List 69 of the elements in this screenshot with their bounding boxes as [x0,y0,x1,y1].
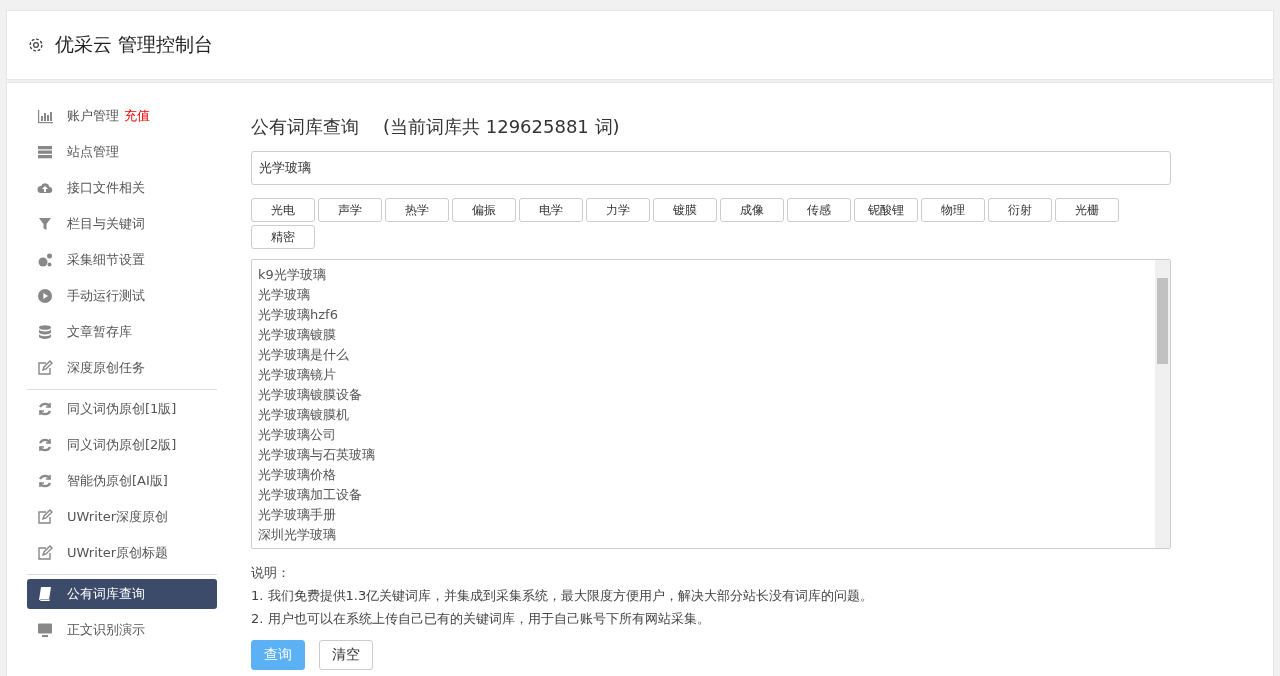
settings-icon [27,36,45,54]
result-item[interactable]: 光学玻璃加工设备 [258,485,1149,505]
monitor-icon [37,622,53,638]
keyword-tag[interactable]: 衍射 [988,198,1052,222]
sidebar-item[interactable]: 采集细节设置 [27,245,217,275]
keyword-tag[interactable]: 成像 [720,198,784,222]
result-item[interactable]: 光学玻璃镀膜 [258,325,1149,345]
keyword-tag[interactable]: 物理 [921,198,985,222]
database-icon [37,324,53,340]
keyword-tag[interactable]: 电学 [519,198,583,222]
edit-icon [37,509,53,525]
result-item[interactable]: 光学玻璃是什么 [258,345,1149,365]
console-title: 优采云 管理控制台 [55,32,214,57]
scrollbar[interactable] [1155,260,1170,548]
keyword-tag[interactable]: 传感 [787,198,851,222]
result-item[interactable]: 光学玻璃公司 [258,425,1149,445]
result-item[interactable]: 光学玻璃镀膜机 [258,405,1149,425]
keyword-tag[interactable]: 力学 [586,198,650,222]
sidebar-item[interactable]: 站点管理 [27,137,217,167]
bar-chart-icon [37,108,53,124]
clear-button[interactable]: 清空 [319,640,373,670]
result-item[interactable]: k9光学玻璃 [258,265,1149,285]
sidebar-item[interactable]: 手动运行测试 [27,281,217,311]
keyword-tag[interactable]: 偏振 [452,198,516,222]
edit-icon [37,360,53,376]
sidebar-item[interactable]: 文章暂存库 [27,317,217,347]
play-icon [37,288,53,304]
page-title: 公有词库查询 [251,115,359,139]
sidebar-item[interactable]: 账户管理 充值 [27,101,217,131]
filter-icon [37,216,53,232]
sidebar-item[interactable]: UWriter深度原创 [27,502,217,532]
result-item[interactable]: 光学玻璃hzf6 [258,305,1149,325]
note-text: 1. 我们免费提供1.3亿关键词库，并集成到采集系统，最大限度方便用户，解决大部分站长没有词库的问题。 [251,587,875,605]
result-item[interactable]: 光学玻璃镜片 [258,365,1149,385]
sidebar-item[interactable]: 接口文件相关 [27,173,217,203]
notes-heading: 说明： [251,564,291,582]
sidebar-item[interactable]: 智能伪原创[AI版] [27,466,217,496]
result-item[interactable]: 光学玻璃价格 [258,465,1149,485]
refresh-icon [37,473,53,489]
edit-icon [37,545,53,561]
keyword-tag[interactable]: 光电 [251,198,315,222]
sidebar-item[interactable]: UWriter原创标题 [27,538,217,568]
result-item[interactable]: 光学玻璃 [258,285,1149,305]
result-item[interactable]: 光学玻璃镀膜设备 [258,385,1149,405]
result-item[interactable]: 深圳光学玻璃 [258,525,1149,545]
sidebar-item[interactable]: 同义词伪原创[1版] [27,394,217,424]
refresh-icon [37,401,53,417]
keyword-tag[interactable]: 热学 [385,198,449,222]
result-item[interactable]: 光学玻璃与石英玻璃 [258,445,1149,465]
recharge-link[interactable]: 充值 [124,107,150,125]
gears-icon [37,252,53,268]
sidebar-item[interactable]: 同义词伪原创[2版] [27,430,217,460]
cloud-icon [37,180,53,196]
search-field[interactable]: 光学玻璃 [251,151,1171,185]
server-icon [37,144,53,160]
sidebar-item[interactable]: 正文识别演示 [27,615,217,645]
word-count-note: (当前词库共 129625881 词) [383,115,620,139]
sidebar-item[interactable]: 深度原创任务 [27,353,217,383]
sidebar-item[interactable]: 栏目与关键词 [27,209,217,239]
keyword-tag[interactable]: 光栅 [1055,198,1119,222]
keyword-tag[interactable]: 声学 [318,198,382,222]
book-icon [37,586,53,602]
keyword-tag[interactable]: 镀膜 [653,198,717,222]
sidebar-item[interactable]: 公有词库查询 [27,579,217,609]
note-text: 2. 用户也可以在系统上传自己已有的关键词库，用于自己账号下所有网站采集。 [251,610,711,628]
keyword-tag[interactable]: 精密 [251,225,315,249]
refresh-icon [37,437,53,453]
result-item[interactable]: 光学玻璃手册 [258,505,1149,525]
keyword-tag[interactable]: 铌酸锂 [854,198,918,222]
